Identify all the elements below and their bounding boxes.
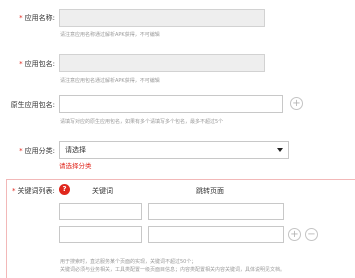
app-name-label: * 应用名称: <box>19 14 55 22</box>
native-package-label: 原生应用包名: <box>10 101 55 109</box>
app-category-select[interactable]: 请选择 <box>59 141 289 159</box>
question-icon[interactable]: ? <box>59 184 70 195</box>
chevron-down-icon <box>277 148 283 152</box>
app-name-field <box>59 9 265 27</box>
native-package-input[interactable] <box>59 95 283 113</box>
keywords-note: 关键词必须与业务相关，工具类配置一级页面目信息；内容类配置相关内容关键词，具体说… <box>60 267 286 273</box>
plus-circle-icon: + <box>292 98 301 109</box>
keyword-column-header: 关键词 <box>92 187 113 195</box>
required-mark: * <box>19 60 23 68</box>
plus-circle-icon: + <box>290 229 299 240</box>
app-package-label: * 应用包名: <box>19 60 55 68</box>
remove-keyword-button[interactable]: − <box>305 228 318 241</box>
required-mark: * <box>19 14 23 22</box>
minus-circle-icon: − <box>307 229 316 240</box>
page-input[interactable] <box>148 226 284 243</box>
page-column-header: 跳转页面 <box>196 187 224 195</box>
app-category-error: 请选择分类 <box>59 162 92 170</box>
native-package-hint: 请填写对应的原生应用包名，如果有多个请填写多个包名，最多不超过5个 <box>60 119 224 125</box>
app-category-selected: 请选择 <box>65 146 86 154</box>
keyword-input[interactable] <box>59 203 142 220</box>
app-name-hint: 请注意应用名称通过解析APK获得，不可编辑 <box>60 32 160 38</box>
required-mark: * <box>19 147 23 155</box>
app-package-hint: 请注意应用包名通过解析APK获得，不可编辑 <box>60 78 160 84</box>
app-package-field <box>59 54 265 72</box>
keywords-note: 用于搜索时，直达服务某个页面的实现，关键词不超过50个； <box>60 259 197 265</box>
add-keyword-button[interactable]: + <box>288 228 301 241</box>
page-input[interactable] <box>148 203 284 220</box>
add-native-package-button[interactable]: + <box>290 97 303 110</box>
app-category-label: * 应用分类: <box>19 147 55 155</box>
keyword-input[interactable] <box>59 226 142 243</box>
required-mark: * <box>12 187 16 195</box>
keywords-label: * 关键词列表: <box>12 187 55 195</box>
